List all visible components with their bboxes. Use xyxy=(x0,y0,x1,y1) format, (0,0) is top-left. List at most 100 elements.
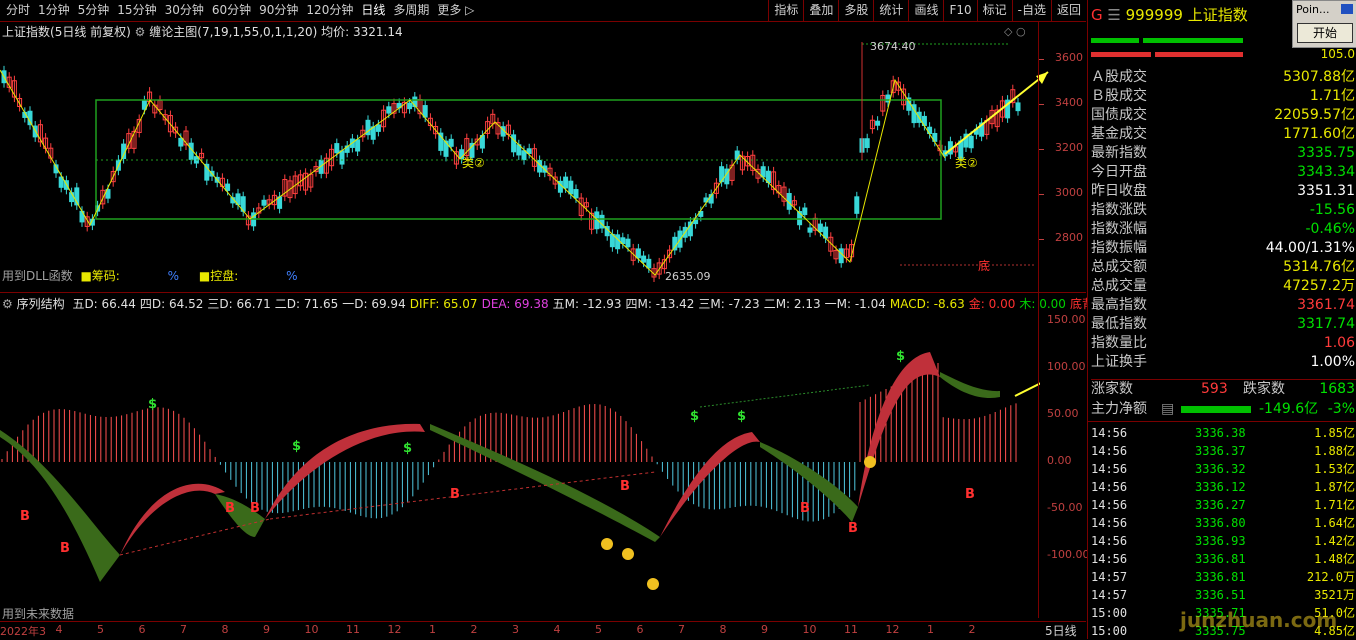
candle xyxy=(365,115,371,140)
tick-time: 14:56 xyxy=(1091,516,1128,530)
indicator-value: 五M: -12.93 xyxy=(552,297,622,311)
candle xyxy=(864,133,870,153)
net-label: 主力净额 xyxy=(1091,401,1147,417)
candle xyxy=(511,129,517,157)
tab-timeframe[interactable]: 30分钟 xyxy=(161,0,208,21)
indicator-value: 三M: -7.23 xyxy=(698,297,760,311)
tab-timeframe[interactable]: 120分钟 xyxy=(302,0,357,21)
quote-panel: G ☰ 999999 上证指数 105.0 Ａ股成交 5307.88亿 Ｂ股成交 1.… xyxy=(1087,0,1356,639)
quote-row: 最低指数 3317.74 xyxy=(1091,315,1356,334)
sub-y-axis: 150.00 100.00 50.00 0.00 -50.00 -100.00 xyxy=(1038,293,1089,618)
y-tick: 150.00 xyxy=(1047,313,1086,326)
tick-volume: 1.42亿 xyxy=(1314,534,1355,548)
tick-volume: 1.88亿 xyxy=(1314,444,1355,458)
tick-time: 14:56 xyxy=(1091,498,1128,512)
indicator-name[interactable]: 缠论主图(7,19,1,55,0,1,1,20) xyxy=(149,25,317,39)
tab-timeframe[interactable]: 分时 xyxy=(2,0,34,21)
quote-value: -15.56 xyxy=(1309,202,1355,218)
buy-mark: B xyxy=(800,501,810,516)
down-label: 跌家数 xyxy=(1243,381,1285,397)
tick-row: 14:56 3336.37 1.88亿 xyxy=(1091,442,1356,460)
candle xyxy=(812,213,818,236)
tool-button[interactable]: 标记 xyxy=(976,0,1012,21)
tool-button[interactable]: 返回 xyxy=(1050,0,1086,21)
tab-timeframe[interactable]: 多周期 xyxy=(389,0,433,21)
tab-timeframe[interactable]: 1分钟 xyxy=(34,0,74,21)
sell-mark: $ xyxy=(148,397,157,412)
quote-value: 1.06 xyxy=(1323,335,1355,351)
tick-price: 3336.32 xyxy=(1195,462,1246,476)
tab-timeframe[interactable]: 90分钟 xyxy=(255,0,302,21)
candle xyxy=(979,118,985,142)
candle xyxy=(911,99,917,128)
chart-corner-icons[interactable]: ◇ ○ xyxy=(1004,25,1026,38)
tab-timeframe[interactable]: 更多 ▷ xyxy=(433,0,478,21)
timeframe-tabs: 分时 1分钟 5分钟 15分钟 30分钟 60分钟 90分钟 120分钟 日线 多周期 更多 ▷ xyxy=(2,0,478,21)
quote-label: 指数涨幅 xyxy=(1091,221,1147,237)
y-tick: 0.00 xyxy=(1047,454,1072,467)
chips-pct: % xyxy=(167,269,180,283)
start-button[interactable]: 开始 xyxy=(1297,23,1353,43)
face-icon xyxy=(864,456,876,468)
candle xyxy=(245,211,251,230)
candle xyxy=(615,229,621,254)
point-popup[interactable]: Poin... 开始 xyxy=(1292,0,1356,48)
tick-row: 14:57 3336.81 212.0万 xyxy=(1091,568,1356,586)
chips-label: 筹码: xyxy=(91,269,120,283)
future-data-label: 用到未来数据 xyxy=(2,607,75,621)
candle xyxy=(100,185,106,209)
y-tick: 3000 xyxy=(1055,185,1083,199)
tool-button[interactable]: -自选 xyxy=(1011,0,1051,21)
period-label[interactable]: 5日线 xyxy=(1045,622,1077,639)
tab-timeframe[interactable]: 日线 xyxy=(357,0,389,21)
quote-row: Ｂ股成交 1.71亿 xyxy=(1091,87,1356,106)
index-name: 上证指数 xyxy=(2,25,51,39)
x-tick: 4 xyxy=(55,623,63,636)
candle xyxy=(901,84,907,110)
tool-button[interactable]: 多股 xyxy=(838,0,873,21)
period-toolbar: 分时 1分钟 5分钟 15分钟 30分钟 60分钟 90分钟 120分钟 日线 多周期 更多 ▷ 指… xyxy=(0,0,1086,22)
tool-buttons: 指标 叠加 多股 统计 画线 F10 标记 -自选 返回 xyxy=(768,0,1086,21)
tool-button[interactable]: 叠加 xyxy=(803,0,838,21)
x-tick: 12 xyxy=(387,623,402,636)
tool-button[interactable]: 指标 xyxy=(768,0,803,21)
quote-label: Ｂ股成交 xyxy=(1091,88,1147,104)
tab-timeframe[interactable]: 15分钟 xyxy=(113,0,160,21)
settings-icon[interactable]: ⚙ xyxy=(135,25,146,39)
tick-price: 3336.27 xyxy=(1195,498,1246,512)
candle xyxy=(708,189,714,209)
quote-value: 3361.74 xyxy=(1297,297,1355,313)
sell-mark: $ xyxy=(292,439,301,454)
candles xyxy=(1,65,1021,283)
candle xyxy=(282,174,288,202)
candle xyxy=(370,121,376,145)
tab-timeframe[interactable]: 5分钟 xyxy=(74,0,114,21)
y-tick: 3200 xyxy=(1055,140,1083,154)
sub-chart-title[interactable]: 序列结构 xyxy=(17,297,65,311)
tick-volume: 1.53亿 xyxy=(1314,462,1355,476)
down-value: 1683 xyxy=(1319,381,1355,397)
x-tick: 4 xyxy=(553,623,561,636)
candle xyxy=(162,109,168,125)
candle xyxy=(256,202,262,219)
tick-price: 3336.12 xyxy=(1195,480,1246,494)
settings-icon[interactable]: ⚙ xyxy=(2,297,13,311)
list-icon[interactable]: ▤ xyxy=(1161,400,1174,419)
tool-button[interactable]: F10 xyxy=(943,0,976,21)
tab-timeframe[interactable]: 60分钟 xyxy=(208,0,255,21)
candle xyxy=(672,232,678,255)
candle xyxy=(17,93,23,112)
quote-label: 上证换手 xyxy=(1091,354,1147,370)
candle xyxy=(838,243,844,268)
breadth-row: 涨家数 593 跌家数 1683 xyxy=(1091,379,1356,399)
quote-value: 5307.88亿 xyxy=(1283,69,1355,85)
x-tick: 10 xyxy=(304,623,319,636)
x-axis: 2022年3 4 5 6 7 8 9 10 11 12 1 2 3 4 5 6 7 8 9 10 11 12 1 2 xyxy=(0,621,1086,640)
y-tick: 3400 xyxy=(1055,95,1083,109)
tool-button[interactable]: 画线 xyxy=(908,0,943,21)
tool-button[interactable]: 统计 xyxy=(873,0,908,21)
candle xyxy=(495,117,501,139)
candle xyxy=(781,182,787,207)
tick-volume: 1.64亿 xyxy=(1314,516,1355,530)
candle xyxy=(875,116,881,131)
